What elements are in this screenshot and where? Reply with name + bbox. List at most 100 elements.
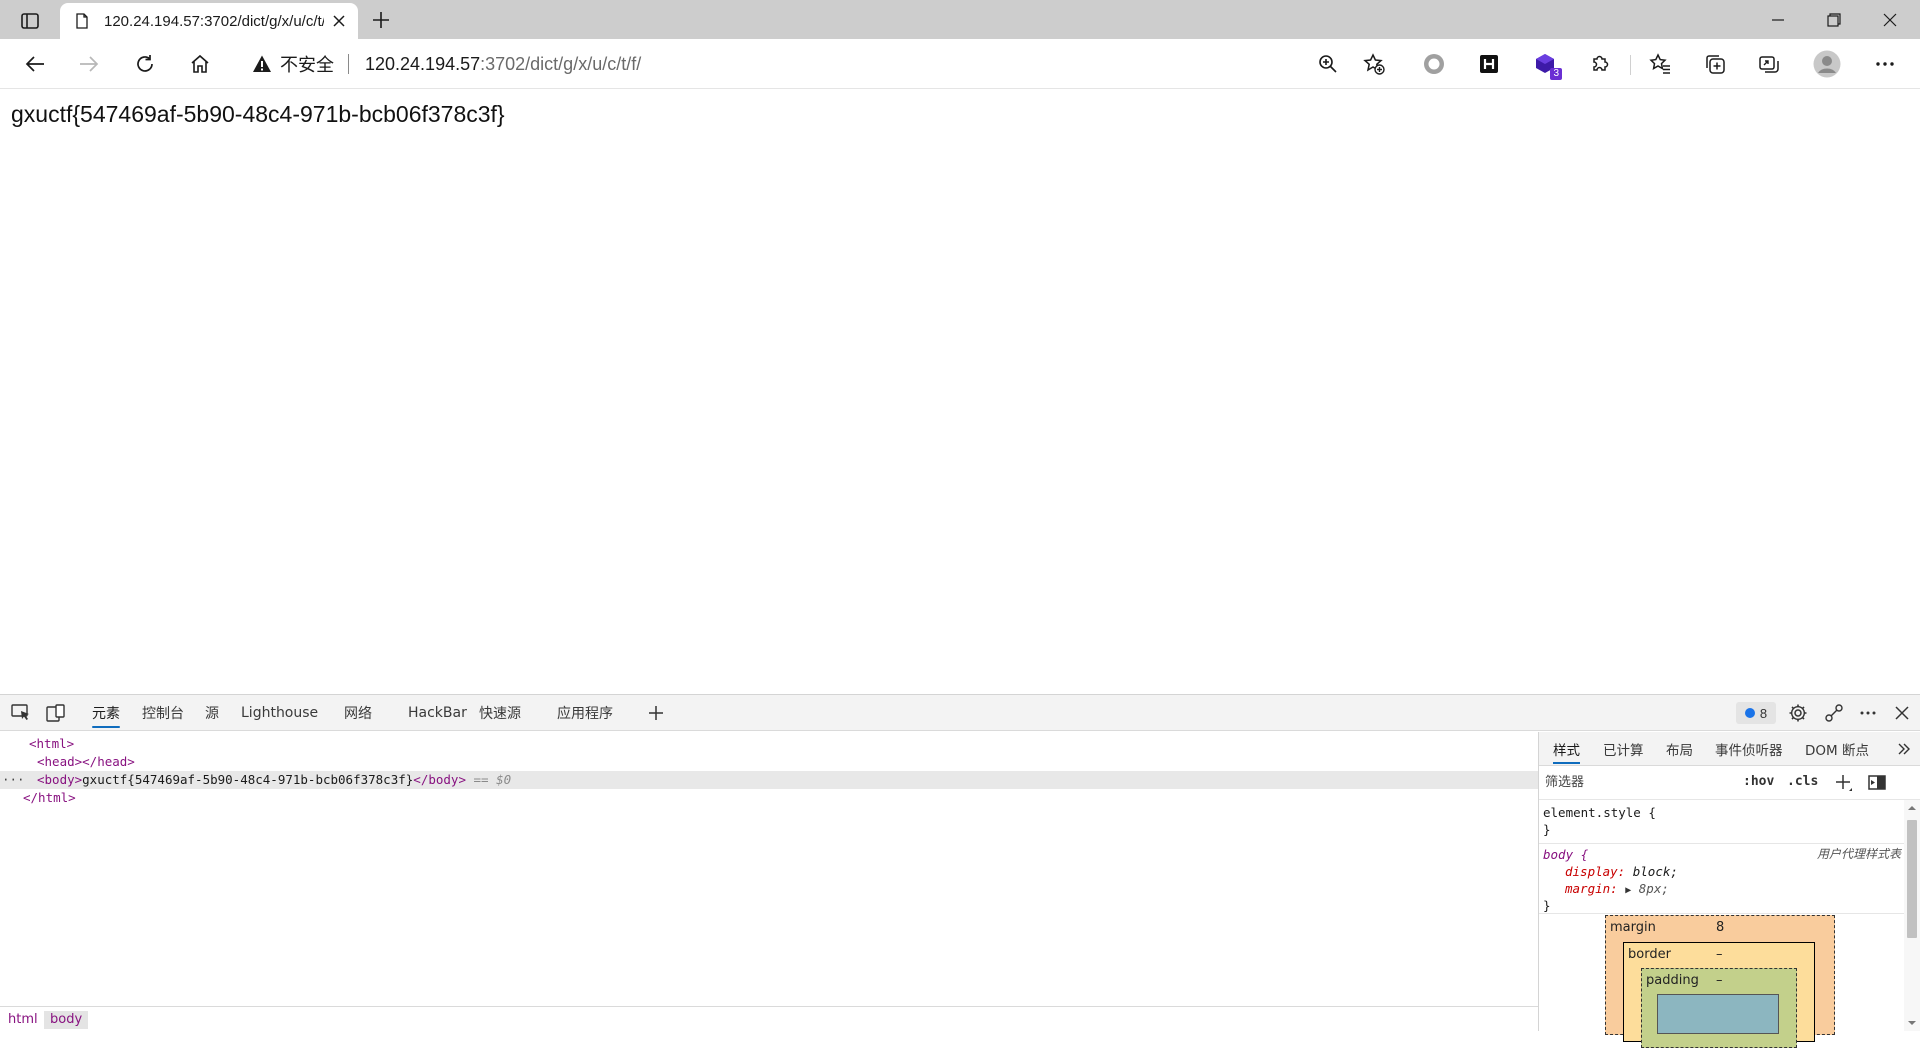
border-value[interactable]: – <box>1716 947 1723 962</box>
tab-quick-source[interactable]: 快速源 <box>479 695 521 731</box>
extension-purple-button[interactable]: 3 <box>1528 48 1562 80</box>
element-style-rule[interactable]: element.style { } <box>1539 804 1905 838</box>
body-open-tag: <body> <box>37 772 83 787</box>
new-style-rule-button[interactable] <box>1833 772 1855 794</box>
devtools-settings-button[interactable] <box>1786 702 1810 724</box>
breadcrumb-html[interactable]: html <box>2 1011 44 1029</box>
inspect-element-button[interactable] <box>9 702 33 724</box>
tab-sources[interactable]: 源 <box>205 695 219 731</box>
restore-icon <box>1827 12 1841 27</box>
devtools-more-button[interactable] <box>1856 702 1880 724</box>
gear-icon <box>1789 704 1807 722</box>
hover-state-toggle[interactable]: :hov <box>1743 774 1774 789</box>
body-ua-rule[interactable]: body { 用户代理样式表 display: block; margin: ▶… <box>1539 846 1905 914</box>
more-tabs-button[interactable] <box>1893 738 1915 760</box>
user-agent-stylesheet-label: 用户代理样式表 <box>1816 847 1901 861</box>
padding-label: padding <box>1646 973 1699 988</box>
toggle-sidebar-button[interactable] <box>1866 772 1888 794</box>
extensions-button[interactable] <box>1583 48 1617 80</box>
tab-console[interactable]: 控制台 <box>142 695 184 731</box>
window-close-button[interactable] <box>1862 0 1918 39</box>
url-host: 120.24.194.57 <box>365 53 481 74</box>
element-style-selector: element.style { <box>1543 805 1656 820</box>
html-open-tag: <html> <box>29 736 75 751</box>
box-model-content[interactable] <box>1657 994 1779 1034</box>
margin-value[interactable]: 8 <box>1716 920 1724 935</box>
page-viewport: gxuctf{547469af-5b90-48c4-971b-bcb06f378… <box>0 90 1920 694</box>
tab-strip: 120.24.194.57:3702/dict/g/x/u/c/t/f/ <box>0 0 1920 39</box>
devtools-close-button[interactable] <box>1890 702 1914 724</box>
refresh-icon <box>137 55 153 72</box>
address-bar[interactable]: 不安全 120.24.194.57:3702/dict/g/x/u/c/t/f/ <box>234 45 1402 83</box>
tab-lighthouse[interactable]: Lighthouse <box>241 695 318 731</box>
home-icon <box>191 54 209 73</box>
tab-layout[interactable]: 布局 <box>1666 732 1693 766</box>
tab-application[interactable]: 应用程序 <box>557 695 613 731</box>
tab-dom-breakpoints[interactable]: DOM 断点 <box>1805 732 1869 766</box>
tab-actions-button[interactable] <box>14 8 46 34</box>
scroll-down-icon[interactable] <box>1904 1017 1920 1029</box>
browser-tab[interactable]: 120.24.194.57:3702/dict/g/x/u/c/t/f/ <box>60 3 358 39</box>
url-text[interactable]: 120.24.194.57:3702/dict/g/x/u/c/t/f/ <box>365 54 641 75</box>
margin-label: margin <box>1610 920 1656 935</box>
toolbar-divider <box>1630 55 1631 75</box>
warning-icon <box>253 55 271 72</box>
connection-icon <box>1825 704 1843 722</box>
close-icon <box>333 15 345 27</box>
styles-filter-input[interactable]: 筛选器 <box>1543 771 1729 795</box>
more-tools-button[interactable] <box>644 702 668 724</box>
breadcrumb-body[interactable]: body <box>44 1011 89 1029</box>
tab-elements[interactable]: 元素 <box>92 695 120 731</box>
dom-node-head[interactable]: <head></head> <box>0 753 1538 771</box>
dom-node-body[interactable]: ··· <body>gxuctf{547469af-5b90-48c4-971b… <box>0 771 1538 789</box>
body-selector: body { <box>1543 847 1589 862</box>
profile-button[interactable] <box>1810 48 1844 80</box>
favorites-button[interactable] <box>1643 48 1677 80</box>
zoom-button[interactable] <box>1314 50 1342 78</box>
share-button[interactable] <box>1752 48 1786 80</box>
property-margin: margin: <box>1565 881 1618 896</box>
body-rule-close: } <box>1543 898 1551 913</box>
collections-button[interactable] <box>1698 48 1732 80</box>
message-icon <box>1744 708 1755 718</box>
settings-more-button[interactable] <box>1868 48 1902 80</box>
tab-event-listeners[interactable]: 事件侦听器 <box>1715 732 1783 766</box>
back-button[interactable] <box>18 48 52 80</box>
new-tab-button[interactable] <box>366 6 396 34</box>
scroll-thumb[interactable] <box>1907 820 1917 938</box>
zoom-in-icon <box>1319 55 1337 73</box>
tab-computed[interactable]: 已计算 <box>1603 732 1644 766</box>
margin-expand-triangle-icon[interactable]: ▶ <box>1625 885 1631 896</box>
issues-counter[interactable]: 8 <box>1736 702 1776 724</box>
chevron-double-right-icon <box>1898 743 1910 755</box>
arrow-left-icon <box>25 56 44 72</box>
forward-button[interactable] <box>72 48 106 80</box>
dom-node-html[interactable]: <html> <box>0 735 1538 753</box>
padding-value[interactable]: – <box>1716 973 1723 988</box>
tab-close-button[interactable] <box>330 12 348 30</box>
home-button[interactable] <box>183 48 217 80</box>
dom-tree: <html> <head></head> ··· <body>gxuctf{54… <box>0 732 1538 999</box>
extension-badge: 3 <box>1550 68 1562 80</box>
border-label: border <box>1628 947 1671 962</box>
tab-styles[interactable]: 样式 <box>1553 732 1580 766</box>
tab-network[interactable]: 网络 <box>344 695 372 731</box>
styles-scrollbar[interactable] <box>1904 800 1920 1031</box>
dom-node-html-close[interactable]: </html> <box>0 789 1538 807</box>
minimize-button[interactable] <box>1750 0 1806 39</box>
extension-hackbar-button[interactable] <box>1472 48 1506 80</box>
class-toggle[interactable]: .cls <box>1787 774 1818 789</box>
extension-record-button[interactable] <box>1417 48 1451 80</box>
restore-button[interactable] <box>1806 0 1862 39</box>
not-secure-label[interactable]: 不安全 <box>280 51 334 77</box>
scroll-up-icon[interactable] <box>1904 802 1920 814</box>
tab-hackbar[interactable]: HackBar <box>408 695 467 731</box>
minimize-icon <box>1772 18 1784 21</box>
share-screen-icon <box>1759 56 1779 73</box>
node-actions-ellipsis[interactable]: ··· <box>2 771 25 789</box>
device-toolbar-button[interactable] <box>44 702 68 724</box>
remote-devices-button[interactable] <box>1822 702 1846 724</box>
add-favorite-button[interactable] <box>1360 50 1388 78</box>
refresh-button[interactable] <box>128 48 162 80</box>
h-logo-icon <box>1480 55 1498 73</box>
